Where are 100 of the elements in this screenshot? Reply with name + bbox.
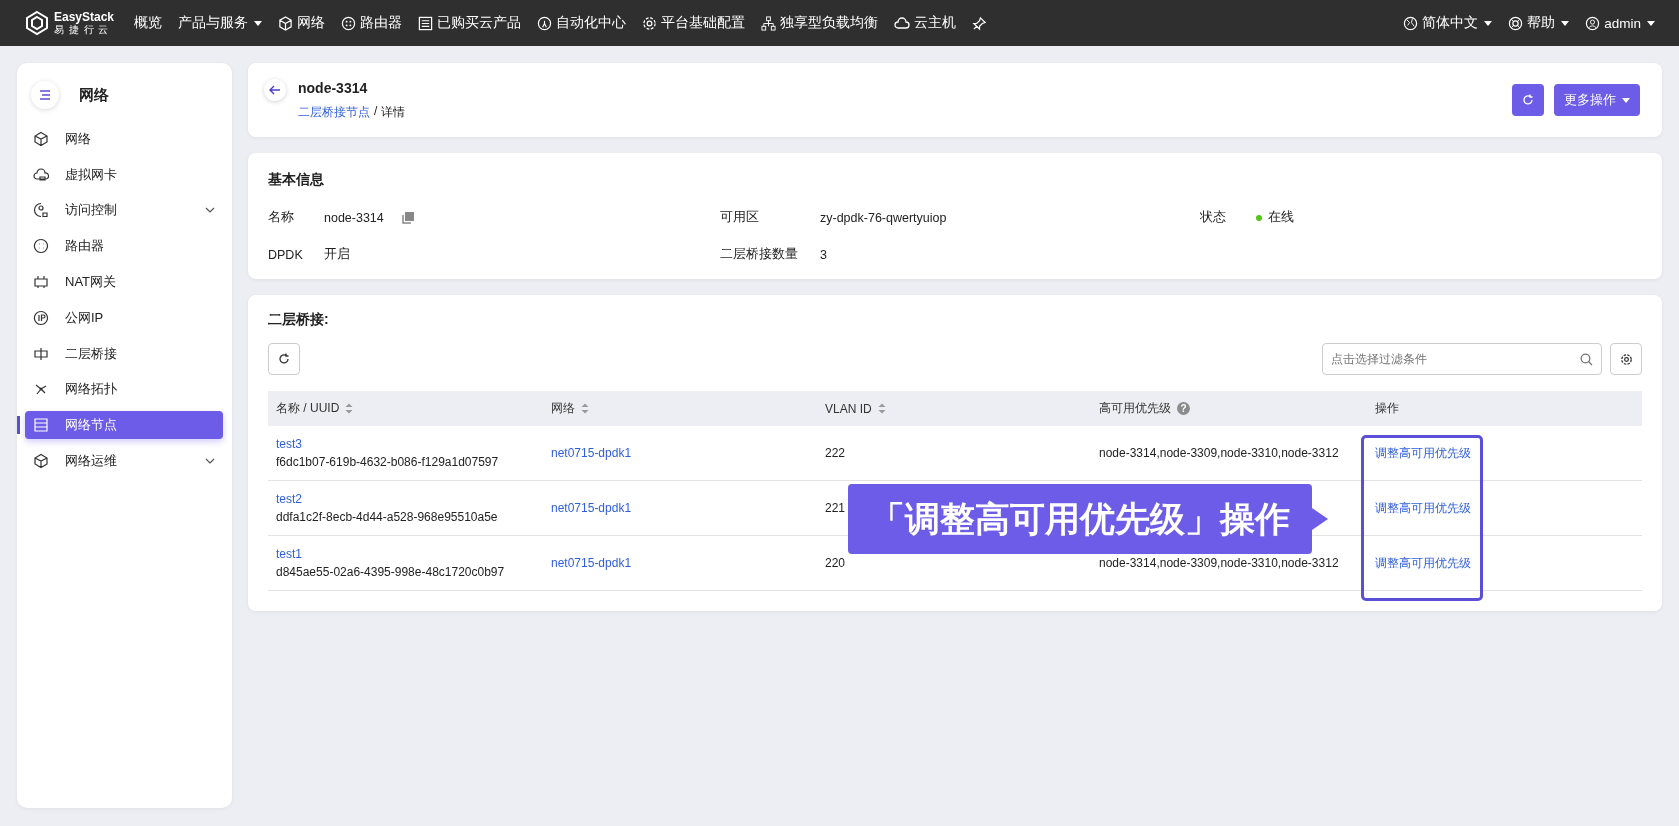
caret-icon (1561, 20, 1570, 26)
field-label: 状态 (1200, 209, 1227, 226)
sidebar-item[interactable]: 路由器 (25, 232, 223, 261)
brand-name: EasyStack (54, 11, 115, 23)
sidebar-item-icon (33, 130, 49, 147)
globe-icon (1403, 15, 1419, 31)
chevron-down-icon (205, 458, 215, 465)
sidebar-item-icon (33, 417, 49, 434)
sidebar-item[interactable]: 访问控制 (25, 196, 223, 225)
logo-icon (24, 10, 50, 36)
sidebar-item[interactable]: 虚拟网卡 (25, 160, 223, 189)
network-link[interactable]: net0715-dpdk1 (551, 501, 632, 515)
copy-icon[interactable] (401, 211, 414, 224)
name-link[interactable]: test2 (276, 492, 302, 506)
sidebar-item[interactable]: 网络运维 (25, 447, 223, 476)
gear-icon (642, 15, 658, 31)
field-label: 二层桥接数量 (720, 246, 799, 263)
action-link[interactable]: 调整高可用优先级 (1375, 554, 1471, 572)
user-icon (1585, 15, 1601, 31)
column-header: VLAN ID (825, 401, 872, 416)
sidebar-item-icon (33, 166, 49, 183)
network-link[interactable]: net0715-dpdk1 (551, 446, 632, 460)
sidebar-item-icon (33, 274, 49, 291)
field-label: 名称 (268, 209, 295, 226)
breadcrumb-link[interactable]: 二层桥接节点 (298, 103, 370, 121)
column-header: 高可用优先级 (1099, 400, 1171, 417)
nav-menu-item[interactable]: 云主机 (888, 10, 963, 36)
sidebar-item[interactable]: 网络 (25, 124, 223, 153)
nav-menu-item[interactable]: 平台基础配置 (636, 10, 752, 36)
column-header: 网络 (551, 400, 575, 417)
pin-icon (972, 15, 988, 31)
field-label: DPDK (268, 247, 304, 262)
section-title: 基本信息 (268, 171, 325, 189)
sort-icon[interactable] (345, 403, 354, 414)
nav-menu-item[interactable]: 路由器 (335, 10, 409, 36)
column-header: 操作 (1375, 400, 1399, 417)
hierarchy-icon (761, 15, 777, 31)
uuid-text: d845ae55-02a6-4395-998e-48c1720c0b97 (276, 565, 505, 579)
settings-icon (1619, 352, 1633, 366)
caret-icon (1647, 20, 1655, 26)
search-icon (1580, 353, 1593, 366)
field-label: 可用区 (720, 209, 760, 226)
field-value: zy-dpdk-76-qwertyuiop (820, 210, 947, 225)
field-value: 开启 (324, 246, 350, 263)
menu-button[interactable] (31, 81, 59, 109)
action-link[interactable]: 调整高可用优先级 (1375, 444, 1471, 462)
field-value: 3 (820, 247, 827, 262)
nav-menu-item[interactable]: 产品与服务 (172, 10, 269, 36)
top-menu-item[interactable]: 帮助 (1502, 10, 1576, 36)
priority-cell: node-3314,node-3309,node-3310,node-3312 (1099, 556, 1339, 570)
back-arrow-icon (269, 85, 281, 95)
sort-icon[interactable] (581, 403, 589, 414)
uuid-text: ddfa1c2f-8ecb-4d44-a528-968e95510a5e (276, 510, 498, 524)
breadcrumb-separator: / (374, 103, 378, 120)
name-link[interactable]: test1 (276, 547, 302, 561)
caret-icon (1484, 20, 1493, 26)
page-title: node-3314 (298, 79, 369, 96)
top-menu-item[interactable]: 简体中文 (1397, 10, 1499, 36)
sidebar-item[interactable]: NAT网关 (25, 268, 223, 297)
vlan-cell: 222 (825, 446, 846, 460)
vlan-cell: 221 (825, 501, 846, 515)
sidebar-item-icon (33, 345, 49, 362)
router-icon (341, 15, 357, 31)
vlan-cell: 220 (825, 556, 846, 570)
nav-menu-item[interactable]: 网络 (272, 10, 332, 36)
sidebar-item[interactable]: 网络拓扑 (25, 375, 223, 404)
refresh-icon (278, 353, 290, 365)
more-actions-button[interactable]: 更多操作 (1554, 84, 1640, 116)
back-button[interactable] (264, 79, 286, 101)
sidebar-item-icon (33, 202, 49, 219)
field-value: 在线 (1268, 209, 1294, 226)
caret-icon (254, 20, 263, 26)
sidebar-item[interactable]: 公网IP (25, 303, 223, 332)
sort-icon[interactable] (877, 403, 886, 414)
list-icon (418, 15, 434, 31)
sidebar-item[interactable]: 二层桥接 (25, 339, 223, 368)
uuid-text: f6dc1b07-619b-4632-b086-f129a1d07597 (276, 455, 499, 469)
settings-button[interactable] (1610, 343, 1642, 375)
cube-icon (278, 15, 294, 31)
refresh-button[interactable] (1512, 84, 1544, 116)
sidebar-item[interactable]: 网络节点 (25, 411, 223, 440)
refresh-button[interactable] (268, 343, 300, 375)
nav-menu-item[interactable]: 独享型负载均衡 (755, 10, 885, 36)
brand-subtitle: 易 捷 行 云 (54, 25, 110, 35)
name-link[interactable]: test3 (276, 437, 302, 451)
filter-field[interactable]: 点击选择过滤条件 (1322, 343, 1602, 375)
network-link[interactable]: net0715-dpdk1 (551, 556, 632, 570)
section-title: 二层桥接: (268, 311, 330, 329)
nav-menu-item[interactable]: 概览 (128, 10, 169, 36)
sidebar-item-icon (33, 309, 49, 326)
refresh-icon (1522, 94, 1534, 106)
sidebar-title: 网络 (79, 85, 109, 105)
chevron-down-icon (205, 207, 215, 214)
nav-menu-item[interactable]: 自动化中心 (531, 10, 633, 36)
column-header: 名称 / UUID (276, 400, 340, 417)
top-menu-item[interactable]: admin (1579, 11, 1661, 35)
nav-menu-item[interactable]: 已购买云产品 (412, 10, 528, 36)
breadcrumb-current: 详情 (381, 103, 406, 121)
action-link[interactable]: 调整高可用优先级 (1375, 499, 1471, 517)
priority-cell: node-3314,node-3309,node-3310,node-3312 (1099, 446, 1339, 460)
